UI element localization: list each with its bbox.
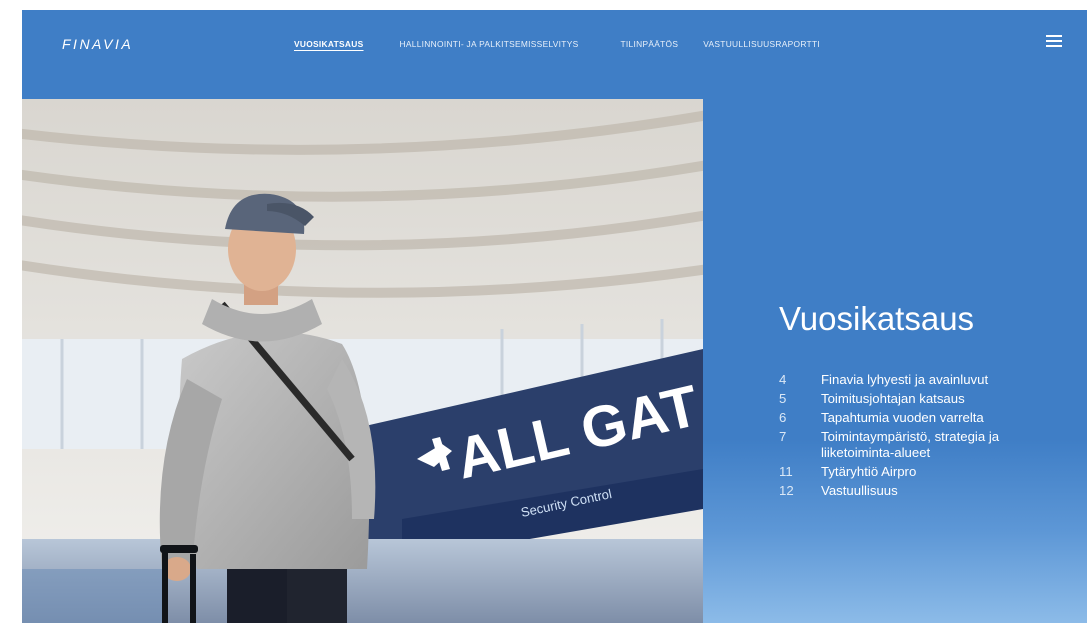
toc-label: Tytäryhtiö Airpro: [821, 464, 917, 479]
toc-page-number: 11: [779, 464, 793, 479]
nav-vastuullisuusraportti[interactable]: VASTUULLISUUSRAPORTTI: [703, 39, 820, 49]
hero-image: ALL GAT Security Control: [22, 99, 703, 623]
toc-item[interactable]: 12 Vastuullisuus: [779, 483, 1059, 499]
toc-page-number: 5: [779, 391, 787, 406]
toc-item[interactable]: 6 Tapahtumia vuoden varrelta: [779, 410, 1059, 426]
toc-page-number: 6: [779, 410, 787, 425]
table-of-contents: 4 Finavia lyhyesti ja avainluvut 5 Toimi…: [779, 372, 1059, 502]
toc-label: Vastuullisuus: [821, 483, 898, 498]
hamburger-menu-icon[interactable]: [1046, 35, 1062, 47]
toc-label: Tapahtumia vuoden varrelta: [821, 410, 984, 425]
toc-label: Toimitusjohtajan katsaus: [821, 391, 965, 406]
toc-item[interactable]: 7 Toimintaympäristö, strategia ja liiket…: [779, 429, 1059, 461]
nav-hallinnointi[interactable]: HALLINNOINTI- JA PALKITSEMISSELVITYS: [400, 39, 579, 49]
toc-page-number: 12: [779, 483, 794, 498]
nav-vuosikatsaus[interactable]: VUOSIKATSAUS: [294, 39, 364, 49]
report-page: FINAVIA VUOSIKATSAUS HALLINNOINTI- JA PA…: [22, 10, 1087, 623]
toc-page-number: 4: [779, 372, 787, 387]
section-title: Vuosikatsaus: [779, 300, 975, 337]
nav-tilinpaatos[interactable]: TILINPÄÄTÖS: [621, 39, 679, 49]
finavia-logo[interactable]: FINAVIA: [62, 36, 133, 52]
toc-label: Finavia lyhyesti ja avainluvut: [821, 372, 989, 387]
airport-traveller-illustration: ALL GAT Security Control: [22, 99, 703, 623]
toc-page-number: 7: [779, 429, 787, 444]
top-header: FINAVIA VUOSIKATSAUS HALLINNOINTI- JA PA…: [22, 10, 1087, 80]
toc-item[interactable]: 4 Finavia lyhyesti ja avainluvut: [779, 372, 1059, 388]
toc-label: Toimintaympäristö, strategia ja liiketoi…: [821, 429, 1000, 460]
toc-item[interactable]: 11 Tytäryhtiö Airpro: [779, 464, 1059, 480]
toc-item[interactable]: 5 Toimitusjohtajan katsaus: [779, 391, 1059, 407]
main-navigation: VUOSIKATSAUS HALLINNOINTI- JA PALKITSEMI…: [294, 39, 820, 49]
